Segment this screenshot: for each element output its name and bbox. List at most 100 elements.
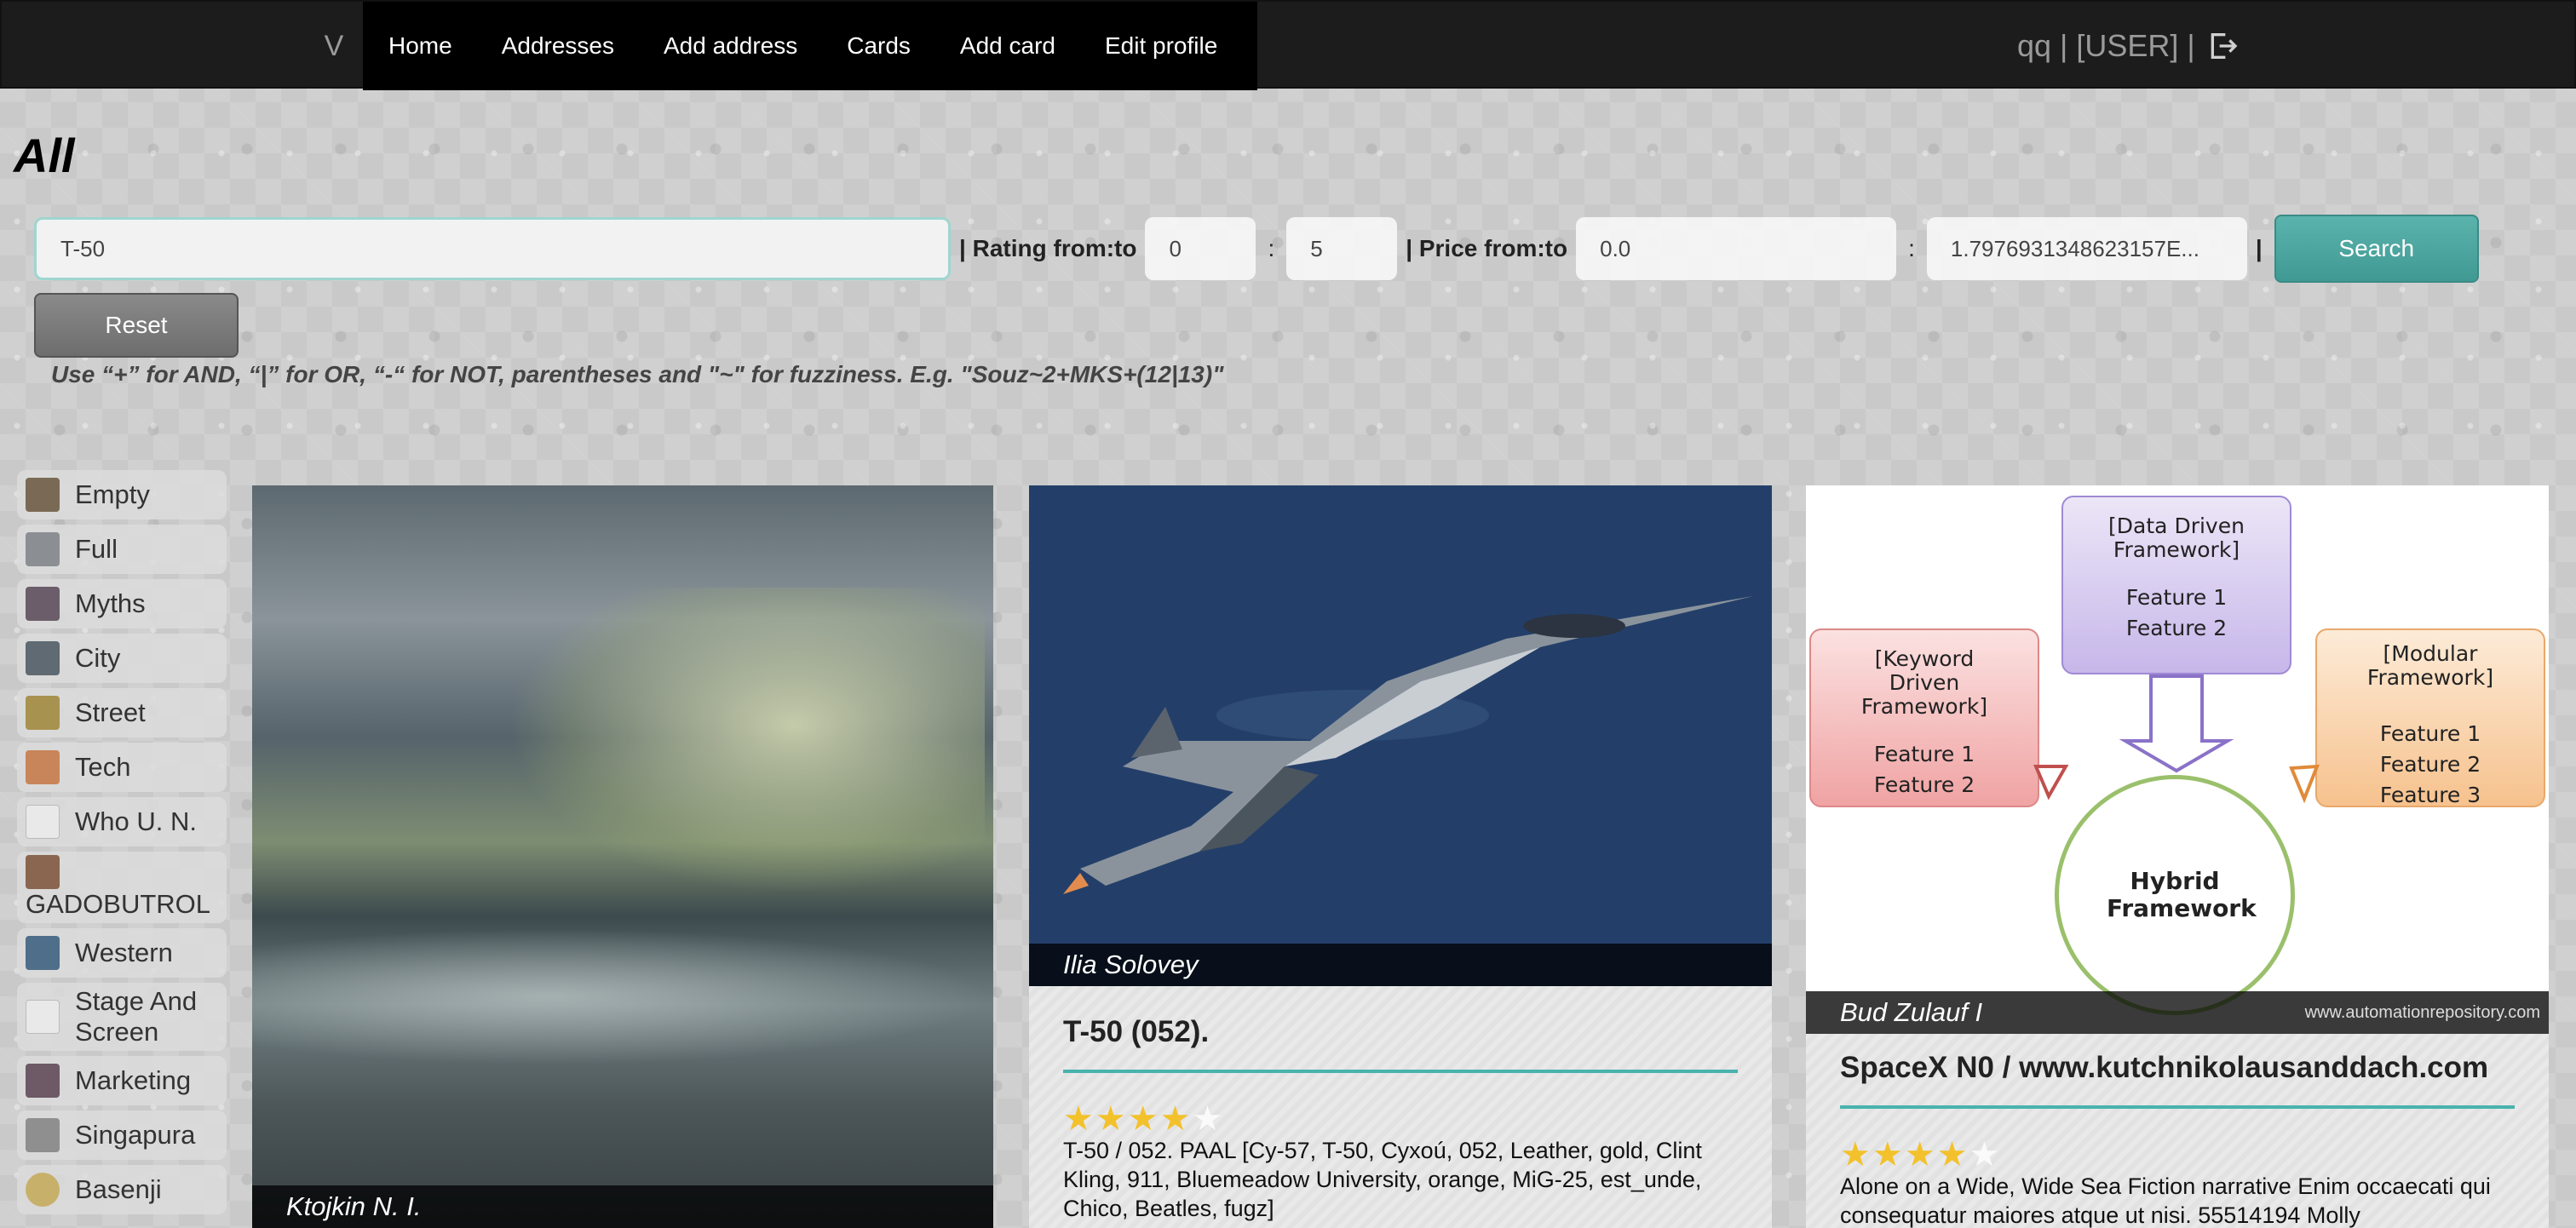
category-label: Singapura: [75, 1120, 196, 1150]
category-thumbnail: [26, 750, 60, 784]
broken-image-icon: [26, 1000, 60, 1034]
top-navbar: V Home Addresses Add address Cards Add c…: [0, 0, 2576, 90]
user-area: qq | [USER] |: [2017, 2, 2240, 90]
category-item[interactable]: Tech: [17, 743, 227, 792]
product-card[interactable]: Ktojkin N. I.: [252, 485, 993, 1228]
logout-icon[interactable]: [2205, 29, 2240, 63]
star-filled-icon: ★: [1936, 1136, 1969, 1173]
category-thumbnail: [26, 1173, 60, 1207]
category-item[interactable]: Stage And Screen: [17, 983, 227, 1051]
star-filled-icon: ★: [1872, 1136, 1905, 1173]
nav-item-edit-profile[interactable]: Edit profile: [1105, 32, 1217, 60]
search-input[interactable]: [34, 217, 951, 280]
card-image[interactable]: [252, 485, 993, 1228]
rating-to-input[interactable]: [1286, 217, 1398, 280]
brand-logo[interactable]: V: [308, 2, 359, 90]
category-label: Basenji: [75, 1174, 162, 1204]
nav-item-cards[interactable]: Cards: [847, 32, 911, 60]
category-label: City: [75, 643, 121, 673]
star-filled-icon: ★: [1904, 1136, 1937, 1173]
category-item[interactable]: City: [17, 634, 227, 683]
search-separator: |: [2255, 235, 2263, 261]
star-filled-icon: ★: [1159, 1100, 1193, 1138]
star-filled-icon: ★: [1095, 1100, 1128, 1138]
card-body: T-50 (052). ★★★★★ T-50 / 052. PAAL [Cy-5…: [1029, 986, 1772, 1228]
card-author-name: Bud Zulauf I: [1840, 997, 1983, 1027]
card-title[interactable]: SpaceX N0 / www.kutchnikolausanddach.com: [1840, 1034, 2515, 1109]
star-empty-icon: ★: [1192, 1100, 1225, 1138]
rating-stars: ★★★★★: [1840, 1138, 2515, 1172]
user-label: qq | [USER] |: [2017, 28, 2195, 63]
rating-colon: :: [1268, 235, 1275, 261]
category-item[interactable]: Western: [17, 928, 227, 978]
category-item[interactable]: Basenji: [17, 1165, 227, 1214]
category-item[interactable]: Who U. N.: [17, 797, 227, 846]
page-title: All: [14, 129, 75, 182]
price-colon: :: [1908, 235, 1915, 261]
reset-button[interactable]: Reset: [34, 293, 239, 358]
star-filled-icon: ★: [1127, 1100, 1160, 1138]
card-author: Ktojkin N. I.: [252, 1185, 993, 1228]
category-item[interactable]: Singapura: [17, 1110, 227, 1160]
category-label: Marketing: [75, 1065, 192, 1095]
image-blur-highlight: [508, 588, 985, 894]
card-author: Ilia Solovey: [1029, 944, 1772, 986]
card-title[interactable]: T-50 (052).: [1063, 986, 1738, 1073]
card-description: T-50 / 052. PAAL [Cy-57, T-50, Cyxoú, 05…: [1063, 1138, 1702, 1221]
rating-stars: ★★★★★: [1063, 1102, 1738, 1136]
search-button[interactable]: Search: [2274, 215, 2479, 283]
category-sidebar: Empty Full Myths City Street Tech Who U.…: [17, 470, 227, 1219]
card-image[interactable]: [Data Driven Framework] Feature 1 Featur…: [1806, 485, 2549, 1015]
category-thumbnail: [26, 478, 60, 512]
image-watermark: www.automationrepository.com: [2304, 1003, 2540, 1022]
category-thumbnail: [26, 587, 60, 621]
image-blur-shadow: [252, 928, 993, 1064]
category-label: GADOBUTROL: [26, 889, 211, 919]
category-thumbnail: [26, 855, 60, 889]
card-author: Bud Zulauf I www.automationrepository.co…: [1806, 991, 2549, 1034]
category-item[interactable]: Empty: [17, 470, 227, 519]
category-label: Who U. N.: [75, 806, 197, 836]
category-item[interactable]: Full: [17, 525, 227, 574]
nav-item-home[interactable]: Home: [388, 32, 452, 60]
price-to-input[interactable]: [1926, 217, 2247, 280]
card-description: Alone on a Wide, Wide Sea Fiction narrat…: [1840, 1173, 2491, 1228]
product-card[interactable]: [Data Driven Framework] Feature 1 Featur…: [1806, 485, 2549, 1228]
category-thumbnail: [26, 1064, 60, 1098]
broken-image-icon: [26, 805, 60, 839]
category-item[interactable]: Street: [17, 688, 227, 737]
category-label: Myths: [75, 588, 146, 618]
category-label: Stage And Screen: [75, 986, 198, 1047]
card-image[interactable]: [1029, 485, 1772, 986]
category-item[interactable]: Marketing: [17, 1056, 227, 1105]
jet-illustration: [1029, 485, 1772, 986]
category-thumbnail: [26, 1118, 60, 1152]
star-filled-icon: ★: [1840, 1136, 1872, 1173]
price-label: | Price from:to: [1406, 235, 1568, 261]
nav-item-addresses[interactable]: Addresses: [502, 32, 614, 60]
category-label: Full: [75, 534, 118, 564]
category-label: Western: [75, 938, 173, 967]
search-hint: Use “+” for AND, “|” for OR, “-“ for NOT…: [51, 361, 1224, 387]
category-thumbnail: [26, 936, 60, 970]
category-thumbnail: [26, 641, 60, 675]
nav-menu: Home Addresses Add address Cards Add car…: [363, 2, 1257, 90]
diagram-center-label: Hybrid Framework: [2107, 867, 2257, 922]
category-label: Street: [75, 697, 146, 727]
search-row: | Rating from:to : | Price from:to : | S…: [34, 215, 2530, 283]
star-empty-icon: ★: [1969, 1136, 2002, 1173]
category-item[interactable]: Myths: [17, 579, 227, 628]
rating-from-input[interactable]: [1145, 217, 1256, 280]
nav-item-add-card[interactable]: Add card: [960, 32, 1055, 60]
card-body: SpaceX N0 / www.kutchnikolausanddach.com…: [1806, 1034, 2549, 1228]
diagram-center-circle: Hybrid Framework: [2055, 775, 2295, 1015]
nav-item-add-address[interactable]: Add address: [664, 32, 797, 60]
product-card[interactable]: Ilia Solovey T-50 (052). ★★★★★ T-50 / 05…: [1029, 485, 1772, 1228]
category-thumbnail: [26, 696, 60, 730]
category-label: Empty: [75, 479, 150, 509]
category-thumbnail: [26, 532, 60, 566]
star-filled-icon: ★: [1063, 1100, 1095, 1138]
category-label: Tech: [75, 752, 131, 782]
category-item[interactable]: GADOBUTROL: [17, 852, 227, 923]
price-from-input[interactable]: [1576, 217, 1897, 280]
